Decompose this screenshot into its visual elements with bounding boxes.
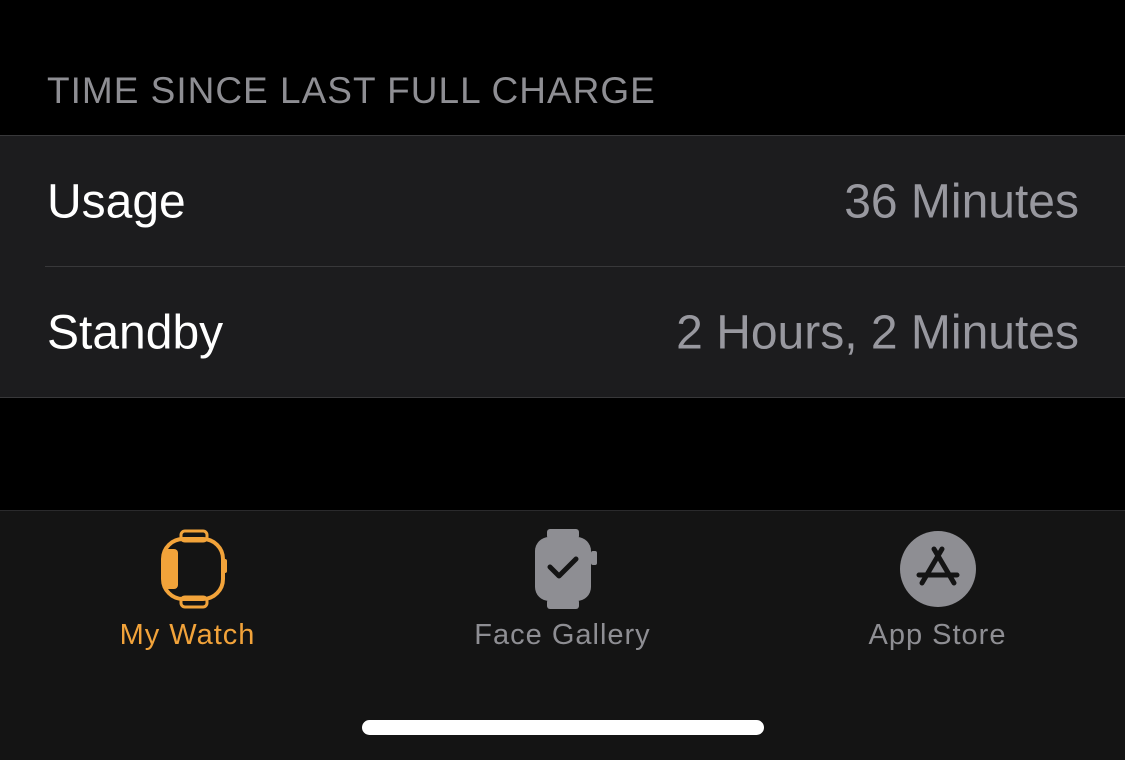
usage-value: 36 Minutes	[844, 175, 1079, 228]
usage-row: Usage 36 Minutes	[0, 136, 1125, 267]
tab-my-watch[interactable]: My Watch	[0, 511, 375, 681]
tab-label-app-store: App Store	[868, 619, 1007, 651]
usage-label: Usage	[47, 175, 186, 228]
watch-outline-icon	[148, 529, 228, 609]
watch-face-icon	[523, 529, 603, 609]
standby-label: Standby	[47, 306, 224, 359]
tab-face-gallery[interactable]: Face Gallery	[375, 511, 750, 681]
home-indicator[interactable]	[362, 720, 764, 735]
standby-row: Standby 2 Hours, 2 Minutes	[0, 267, 1125, 398]
app-store-icon	[898, 529, 978, 609]
usage-group: Usage 36 Minutes Standby 2 Hours, 2 Minu…	[0, 135, 1125, 398]
tab-label-my-watch: My Watch	[119, 619, 256, 651]
battery-usage-screen: TIME SINCE LAST FULL CHARGE Usage 36 Min…	[0, 0, 1125, 760]
standby-value: 2 Hours, 2 Minutes	[676, 306, 1079, 359]
tab-label-face-gallery: Face Gallery	[474, 619, 651, 651]
section-header: TIME SINCE LAST FULL CHARGE	[47, 70, 656, 111]
tab-app-store[interactable]: App Store	[750, 511, 1125, 681]
